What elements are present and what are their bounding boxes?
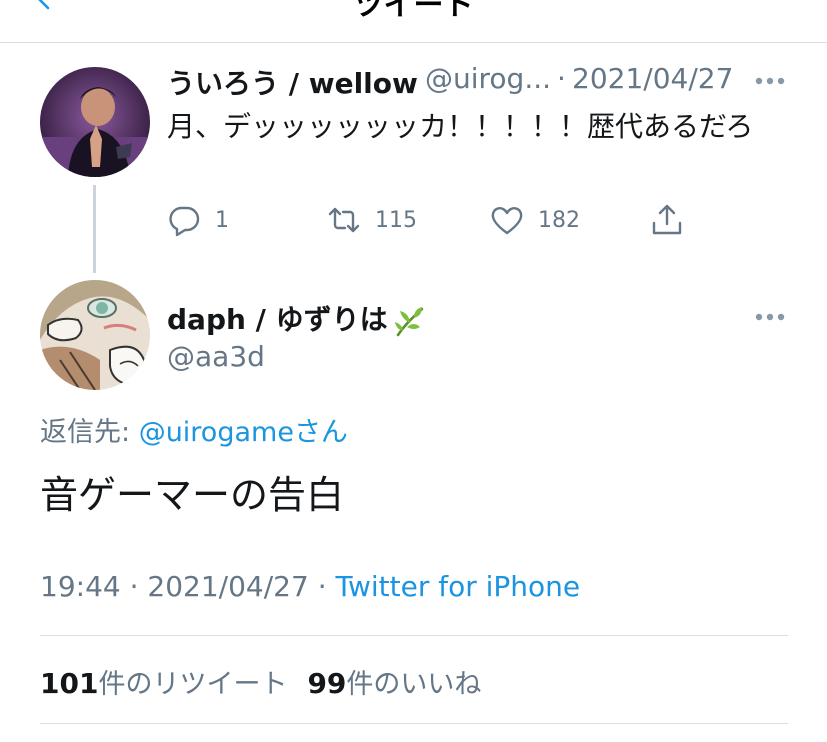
share-button[interactable] <box>650 200 684 240</box>
retweet-count: 115 <box>375 207 417 233</box>
tweet-source-link[interactable]: Twitter for iPhone <box>336 570 581 603</box>
reply-button[interactable]: 1 <box>167 200 229 240</box>
parent-author-handle[interactable]: @uirog... <box>425 62 551 95</box>
separator-dot: · <box>557 62 566 95</box>
retweets-count: 101 <box>40 667 99 700</box>
heart-icon <box>491 207 523 235</box>
page-title: ツイート <box>353 0 474 23</box>
parent-author-name[interactable]: ういろう / wellow <box>167 62 418 102</box>
tweet-date: 2021/04/27 <box>147 570 309 603</box>
author-name[interactable]: daph / ゆずりは <box>167 298 428 339</box>
meta-separator: · <box>120 570 148 603</box>
tweet-time: 19:44 <box>40 570 121 603</box>
reply-count: 1 <box>215 207 229 233</box>
reply-icon <box>169 206 200 237</box>
avatar[interactable] <box>40 280 150 390</box>
likes-stat[interactable]: 99件のいいね <box>307 667 482 700</box>
divider <box>40 723 788 724</box>
likes-label: 件のいいね <box>346 669 482 700</box>
tweet-meta: 19:44 · 2021/04/27 · Twitter for iPhone <box>40 570 580 603</box>
tweet-text: 音ゲーマーの告白 <box>40 473 345 517</box>
like-count: 182 <box>538 207 580 233</box>
author-handle[interactable]: @aa3d <box>167 340 265 373</box>
engagement-stats: 101件のリツイート 99件のいいね <box>40 662 481 701</box>
parent-tweet-text: 月、デッッッッッッカ！！！！！歴代あるだろ <box>167 110 754 143</box>
retweet-icon <box>328 207 360 233</box>
thread-connector <box>93 185 96 273</box>
more-options-icon[interactable] <box>754 76 786 86</box>
author-name-text: daph / ゆずりは <box>167 303 388 336</box>
likes-count: 99 <box>307 667 347 700</box>
divider <box>40 635 788 636</box>
replying-to-line: 返信先: @uirogameさん <box>40 410 348 449</box>
share-icon <box>652 204 682 235</box>
parent-tweet-date[interactable]: 2021/04/27 <box>572 62 733 95</box>
herb-leaf-emoji-icon <box>394 307 423 337</box>
like-button[interactable]: 182 <box>490 200 580 240</box>
user-photo-icon <box>40 67 150 177</box>
retweets-label: 件のリツイート <box>98 669 288 700</box>
reply-suffix: さん <box>293 417 348 448</box>
retweet-button[interactable]: 115 <box>327 200 417 240</box>
retweets-stat[interactable]: 101件のリツイート <box>40 667 288 700</box>
reply-mention-link[interactable]: @uirogame <box>139 417 294 448</box>
meta-separator: · <box>308 570 336 603</box>
reply-prefix: 返信先: <box>40 417 139 448</box>
anime-avatar-icon <box>40 280 150 390</box>
avatar[interactable] <box>40 67 150 177</box>
more-options-icon[interactable] <box>754 312 786 322</box>
top-nav-bar: ツイート <box>0 0 827 43</box>
